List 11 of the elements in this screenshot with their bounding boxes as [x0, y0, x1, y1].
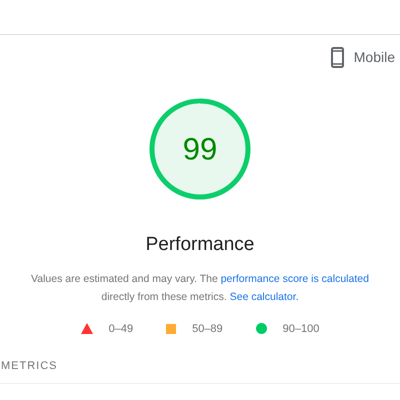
description-link[interactable]: See calculator. [230, 290, 299, 302]
score-value: 99 [182, 134, 218, 164]
category-title: Performance [146, 233, 254, 257]
legend-label: 0–49 [108, 322, 134, 336]
description-text: Values are estimated and may vary. The performance score is calculated directly from these metrics. See calculator. [30, 272, 370, 304]
device-label: Mobile [354, 48, 395, 66]
phone-icon [330, 46, 344, 68]
legend-label: 50–89 [192, 322, 223, 336]
description-link[interactable]: performance score is calculated [220, 272, 369, 284]
section-title: METRICS [1, 359, 58, 374]
legend-label: 90–100 [282, 322, 320, 336]
